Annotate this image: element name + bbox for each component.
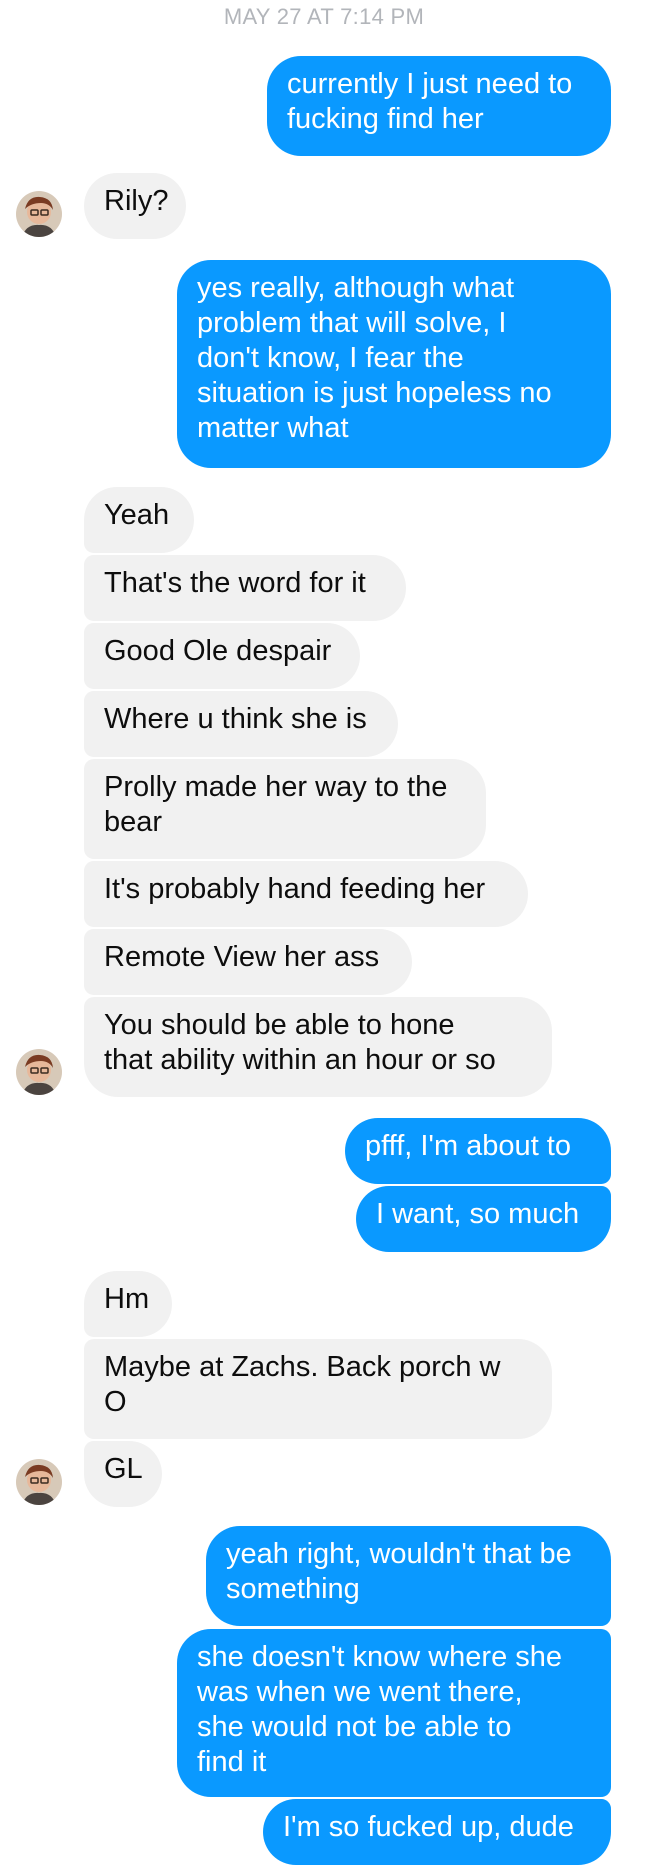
message-text-line: I want, so much [376,1198,580,1230]
sent-message-bubble[interactable]: pfff, I'm about to [345,1118,611,1184]
sender-avatar[interactable] [16,1459,62,1505]
sent-message-bubble[interactable]: yeah right, wouldn't that be something [206,1526,611,1626]
received-message-bubble[interactable]: Prolly made her way to the bear [84,759,486,859]
sender-avatar[interactable] [16,191,62,237]
message-text-line: yeah right, wouldn't that be [226,1538,572,1570]
message-text-line: situation is just hopeless no [197,377,552,409]
message-text-line: O [104,1386,127,1418]
message-text-line: bear [104,806,163,838]
message-text-line: was when we went there, [197,1676,523,1708]
received-message-bubble[interactable]: It's probably hand feeding her [84,861,528,927]
message-text-line: problem that will solve, I [197,307,507,339]
message-text-line: Rily? [104,185,169,217]
message-text-line: It's probably hand feeding her [104,873,486,905]
timestamp: MAY 27 AT 7:14 PM [223,4,425,29]
message-text-line: pfff, I'm about to [365,1130,571,1162]
message-text-line: find it [197,1746,267,1778]
received-message-bubble[interactable]: Rily? [84,173,186,239]
message-text-line: Remote View her ass [104,941,380,973]
message-text-line: Good Ole despair [104,635,332,667]
message-text-line: she doesn't know where she [197,1641,563,1673]
sent-message-bubble[interactable]: currently I just need to fucking find her [267,56,611,156]
message-text-line: Hm [104,1283,150,1315]
message-text-line: something [226,1573,360,1605]
received-message-bubble[interactable]: Good Ole despair [84,623,360,689]
message-text-line: That's the word for it [104,567,366,599]
sent-message-bubble[interactable]: I'm so fucked up, dude [263,1799,611,1865]
sent-message-bubble[interactable]: yes really, although what problem that wi… [177,260,611,468]
message-text-line: Maybe at Zachs. Back porch w [104,1351,501,1383]
received-message-bubble[interactable]: GL [84,1441,162,1507]
received-message-bubble[interactable]: Maybe at Zachs. Back porch wO [84,1339,552,1439]
message-text-line: You should be able to hone [104,1009,455,1041]
received-message-bubble[interactable]: Yeah [84,487,194,553]
message-text-line: matter what [197,412,349,444]
message-text-line: Where u think she is [104,703,367,735]
message-text-line: fucking find her [287,103,484,135]
message-text-line: yes really, although what [197,272,515,304]
received-message-bubble[interactable]: Hm [84,1271,172,1337]
message-text-line: Yeah [104,499,170,531]
received-message-bubble[interactable]: You should be able to hone that ability w… [84,997,552,1097]
message-text-line: she would not be able to [197,1711,512,1743]
sent-message-bubble[interactable]: I want, so much [356,1186,611,1252]
sent-message-bubble[interactable]: she doesn't know where she was when we we… [177,1629,611,1797]
received-message-bubble[interactable]: Remote View her ass [84,929,412,995]
message-text-line: that ability within an hour or so [104,1044,496,1076]
message-text-line: Prolly made her way to the [104,771,448,803]
message-text-line: currently I just need to [287,68,573,100]
sender-avatar[interactable] [16,1049,62,1095]
message-text-line: don't know, I fear the [197,342,464,374]
received-message-bubble[interactable]: That's the word for it [84,555,406,621]
message-text-line: GL [104,1453,143,1485]
received-message-bubble[interactable]: Where u think she is [84,691,398,757]
message-text-line: I'm so fucked up, dude [283,1811,574,1843]
